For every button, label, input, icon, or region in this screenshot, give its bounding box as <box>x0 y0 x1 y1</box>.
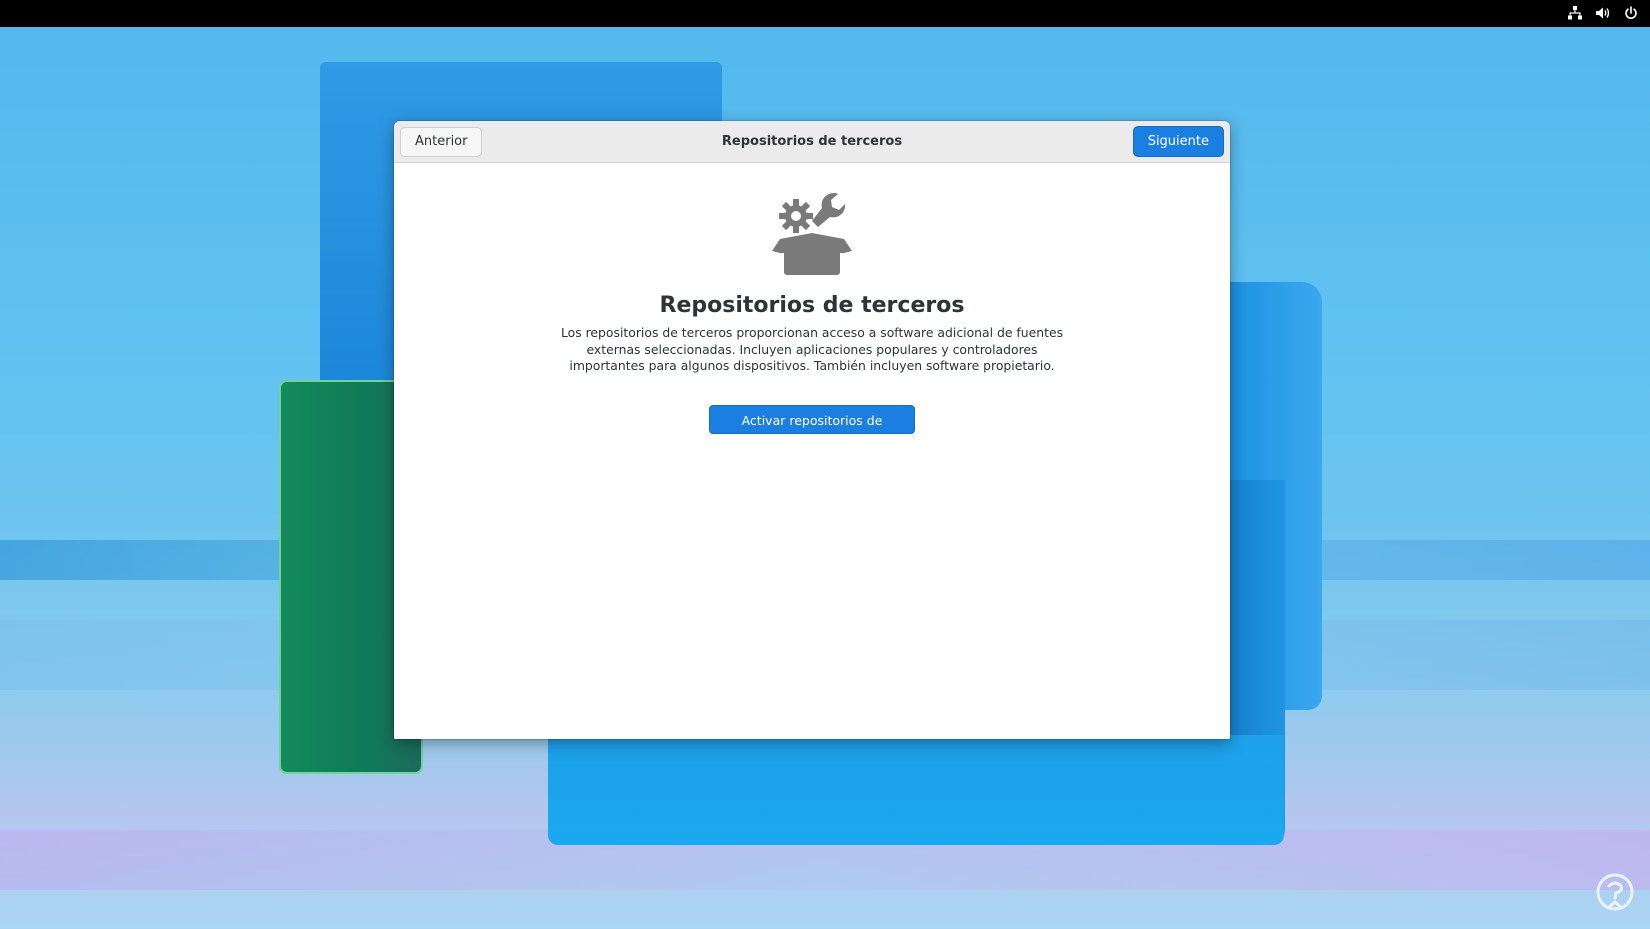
initial-setup-dialog: Anterior Repositorios de terceros Siguie… <box>394 121 1230 739</box>
dialog-content: Repositorios de terceros Los repositorio… <box>394 163 1230 739</box>
next-button[interactable]: Siguiente <box>1132 126 1224 157</box>
software-repository-icon <box>768 191 856 279</box>
enable-third-party-repos-button[interactable]: Activar repositorios de terceros <box>709 405 915 455</box>
system-tray[interactable] <box>1566 4 1640 22</box>
network-wired-icon[interactable] <box>1566 4 1584 22</box>
page-description: Los repositorios de terceros proporciona… <box>560 325 1064 373</box>
wallpaper-folder-shape <box>548 735 1284 845</box>
dialog-headerbar: Anterior Repositorios de terceros Siguie… <box>394 121 1230 163</box>
previous-button[interactable]: Anterior <box>400 127 483 157</box>
top-bar <box>0 0 1650 27</box>
page-heading: Repositorios de terceros <box>659 293 965 318</box>
site-logo-icon <box>1594 872 1636 914</box>
power-icon[interactable] <box>1622 4 1640 22</box>
dialog-title: Repositorios de terceros <box>721 134 903 149</box>
volume-icon[interactable] <box>1594 4 1612 22</box>
